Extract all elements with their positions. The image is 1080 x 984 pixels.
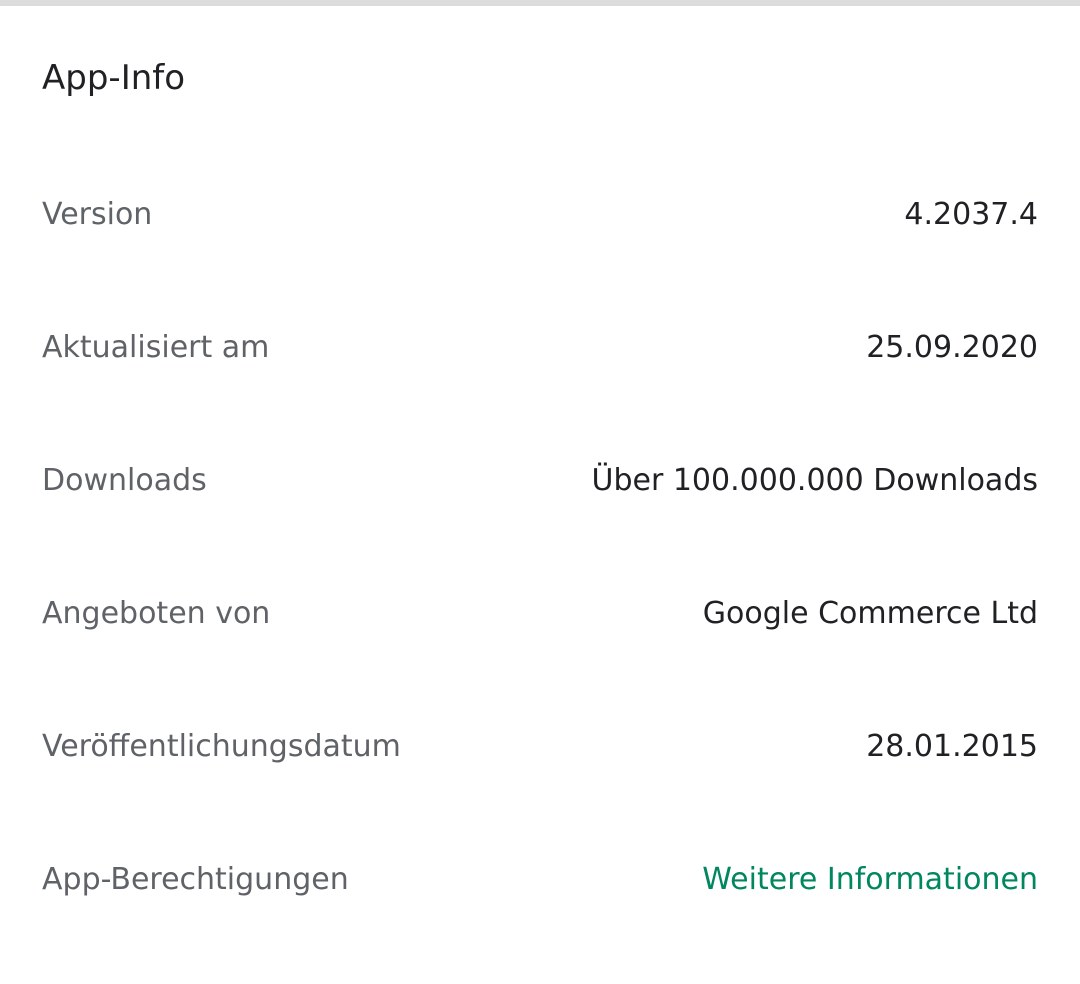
release-date-label: Veröffentlichungsdatum — [42, 729, 401, 764]
offered-by-value: Google Commerce Ltd — [702, 596, 1038, 631]
info-row-permissions: App-Berechtigungen Weitere Informationen — [0, 813, 1080, 946]
info-row-updated: Aktualisiert am 25.09.2020 — [0, 281, 1080, 414]
downloads-value: Über 100.000.000 Downloads — [591, 463, 1038, 498]
updated-label: Aktualisiert am — [42, 330, 270, 365]
version-label: Version — [42, 197, 153, 232]
info-row-downloads: Downloads Über 100.000.000 Downloads — [0, 414, 1080, 547]
permissions-more-info-link[interactable]: Weitere Informationen — [702, 860, 1038, 900]
updated-value: 25.09.2020 — [866, 330, 1038, 365]
offered-by-label: Angeboten von — [42, 596, 271, 631]
version-value: 4.2037.4 — [904, 197, 1038, 232]
app-info-list: Version 4.2037.4 Aktualisiert am 25.09.2… — [0, 148, 1080, 946]
section-title: App-Info — [42, 58, 186, 98]
release-date-value: 28.01.2015 — [866, 729, 1038, 764]
permissions-label: App-Berechtigungen — [42, 862, 349, 897]
info-row-offered-by: Angeboten von Google Commerce Ltd — [0, 547, 1080, 680]
downloads-label: Downloads — [42, 463, 207, 498]
top-divider — [0, 0, 1080, 6]
info-row-version: Version 4.2037.4 — [0, 148, 1080, 281]
info-row-release-date: Veröffentlichungsdatum 28.01.2015 — [0, 680, 1080, 813]
